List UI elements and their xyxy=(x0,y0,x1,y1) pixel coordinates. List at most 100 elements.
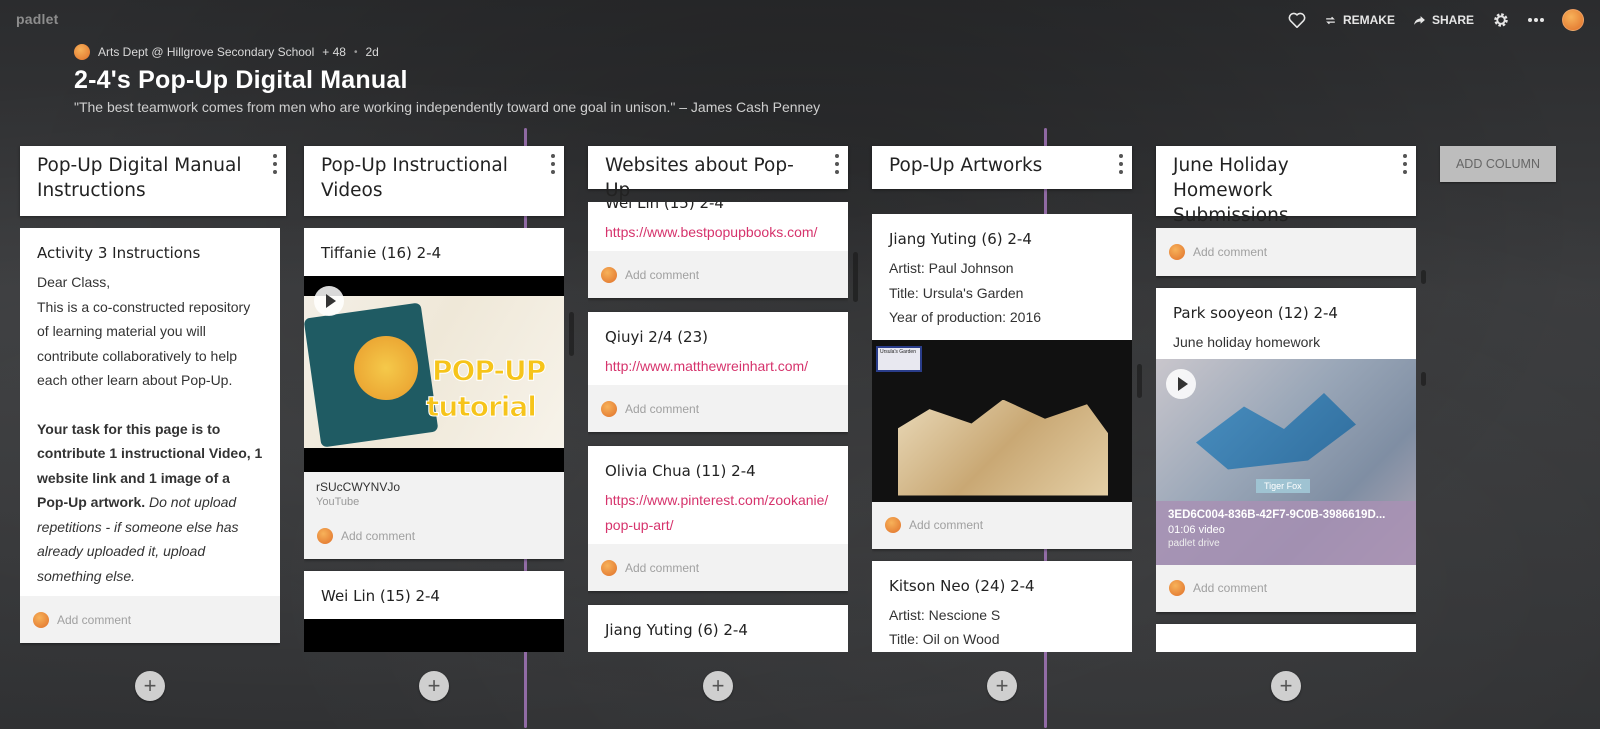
post-card[interactable] xyxy=(1156,623,1416,652)
gear-icon[interactable] xyxy=(1492,11,1510,29)
add-comment-field[interactable]: Add comment xyxy=(1156,564,1416,612)
post-card[interactable]: Qiuyi 2/4 (23) http://www.matthewreinhar… xyxy=(588,312,848,432)
post-text: This is a co-constructed repository of l… xyxy=(37,298,251,389)
post-card[interactable]: Jiang Yuting (6) 2-4 xyxy=(588,605,848,652)
video-id: rSUcCWYNVJo xyxy=(316,480,401,494)
artwork-image[interactable]: Ursula's Garden xyxy=(872,339,1132,502)
page-subtitle: "The best teamwork comes from men who ar… xyxy=(74,99,821,115)
add-comment-field[interactable]: Add comment xyxy=(304,512,564,559)
add-comment-field[interactable]: Add comment xyxy=(588,251,848,298)
post-card[interactable]: Wei Lin (15) 2-4 xyxy=(304,571,564,652)
add-comment-field[interactable]: Add comment xyxy=(1156,228,1416,276)
column-menu-icon[interactable] xyxy=(1118,154,1124,174)
video-file-name: 3ED6C004-836B-42F7-9C0B-3986619D... xyxy=(1168,508,1386,521)
sun-shape xyxy=(354,336,418,400)
scrollbar[interactable] xyxy=(1421,372,1426,386)
thumbnail-image: POP-UP tutorial xyxy=(304,296,564,448)
video-duration: 01:06 video xyxy=(1168,523,1225,536)
add-comment-field[interactable]: Add comment xyxy=(20,596,280,643)
padlet-logo[interactable]: padlet xyxy=(16,11,58,27)
column-posts[interactable]: Activity 3 Instructions Dear Class, This… xyxy=(20,228,280,652)
column-posts[interactable]: Jiang Yuting (6) 2-4 Artist: Paul Johnso… xyxy=(872,214,1132,652)
add-comment-placeholder: Add comment xyxy=(909,518,984,532)
add-post-button[interactable]: + xyxy=(135,671,165,701)
add-post-button[interactable]: + xyxy=(987,671,1017,701)
column-title[interactable]: Pop-Up Digital Manual Instructions xyxy=(37,153,246,203)
add-comment-field[interactable]: Add comment xyxy=(588,544,848,591)
column-title[interactable]: Pop-Up Artworks xyxy=(889,153,1092,178)
thumbnail-text: POP-UP xyxy=(431,354,546,388)
column-posts[interactable]: Add comment Park sooyeon (12) 2-4 June h… xyxy=(1156,228,1416,652)
post-card[interactable]: Tiffanie (16) 2-4 POP-UP tutorial rSUcCW… xyxy=(304,228,564,559)
user-avatar[interactable] xyxy=(1562,9,1584,31)
add-comment-field[interactable]: Add comment xyxy=(588,385,848,432)
commenter-avatar xyxy=(33,611,49,628)
column-title[interactable]: June Holiday Homework Submissions xyxy=(1173,153,1376,228)
post-link[interactable]: https://www.pinterest.com/zookanie/pop-u… xyxy=(588,480,848,544)
column-menu-icon[interactable] xyxy=(834,154,840,174)
post-link[interactable]: http://www.matthewreinhart.com/ xyxy=(588,346,848,385)
add-comment-field[interactable]: Add comment xyxy=(872,501,1132,549)
scrollbar[interactable] xyxy=(853,252,858,302)
popup-shape xyxy=(1196,393,1356,470)
column-title[interactable]: Pop-Up Instructional Videos xyxy=(321,153,524,203)
column-posts[interactable]: Tiffanie (16) 2-4 POP-UP tutorial rSUcCW… xyxy=(304,228,564,652)
add-post-button[interactable]: + xyxy=(703,671,733,701)
post-text: June holiday homework xyxy=(1173,334,1321,350)
add-comment-placeholder: Add comment xyxy=(57,612,132,627)
add-post-button[interactable]: + xyxy=(419,671,449,701)
share-icon xyxy=(1414,15,1425,25)
add-column-button[interactable]: ADD COLUMN xyxy=(1440,146,1556,182)
post-card[interactable]: Park sooyeon (12) 2-4 June holiday homew… xyxy=(1156,288,1416,612)
post-text: Title: Oil on Wood xyxy=(889,631,1000,647)
column-websites: Websites about Pop-Up xyxy=(588,146,848,201)
post-title: Jiang Yuting (6) 2-4 xyxy=(605,621,748,639)
column-menu-icon[interactable] xyxy=(272,154,278,174)
video-thumbnail[interactable] xyxy=(304,619,564,652)
post-card[interactable]: Kitson Neo (24) 2-4 Artist: Nescione S T… xyxy=(872,560,1132,653)
remake-button[interactable]: REMAKE xyxy=(1324,13,1395,27)
play-icon[interactable] xyxy=(314,286,344,316)
post-text: Dear Class, xyxy=(37,274,111,290)
add-post-button[interactable]: + xyxy=(1271,671,1301,701)
post-title: Kitson Neo (24) 2-4 xyxy=(889,576,1035,595)
video-thumbnail[interactable]: POP-UP tutorial xyxy=(304,276,564,472)
post-card[interactable]: Olivia Chua (11) 2-4 https://www.pintere… xyxy=(588,446,848,591)
remake-label: REMAKE xyxy=(1342,13,1395,27)
play-icon[interactable] xyxy=(1166,368,1196,399)
column-posts[interactable]: Wei Lin (15) 2-4 https://www.bestpopupbo… xyxy=(588,202,848,652)
commenter-avatar xyxy=(601,559,617,576)
column-header: Pop-Up Digital Manual Instructions xyxy=(20,146,286,216)
column-header: Pop-Up Artworks xyxy=(872,146,1132,189)
column-artworks: Pop-Up Artworks xyxy=(872,146,1132,189)
post-card[interactable]: Activity 3 Instructions Dear Class, This… xyxy=(20,228,280,643)
share-button[interactable]: SHARE xyxy=(1413,13,1474,27)
artwork-label-card: Ursula's Garden xyxy=(876,345,922,372)
header-meta: Arts Dept @ Hillgrove Secondary School +… xyxy=(74,44,820,60)
column-menu-icon[interactable] xyxy=(550,154,556,174)
more-icon[interactable] xyxy=(1528,17,1544,23)
video-source: padlet drive xyxy=(1168,537,1220,549)
scrollbar[interactable] xyxy=(1421,270,1426,284)
column-header: Websites about Pop-Up xyxy=(588,146,848,201)
scrollbar[interactable] xyxy=(1137,364,1142,398)
column-title[interactable]: Websites about Pop-Up xyxy=(605,153,808,203)
post-text: Title: Ursula's Garden xyxy=(889,284,1024,301)
post-card[interactable]: Jiang Yuting (6) 2-4 Artist: Paul Johnso… xyxy=(872,214,1132,549)
video-meta: rSUcCWYNVJo YouTube xyxy=(304,472,564,512)
post-link[interactable]: https://www.bestpopupbooks.com/ xyxy=(588,212,848,251)
padlet-header: Arts Dept @ Hillgrove Secondary School +… xyxy=(74,44,820,115)
owner-name[interactable]: Arts Dept @ Hillgrove Secondary School xyxy=(98,45,314,59)
post-card[interactable]: Wei Lin (15) 2-4 https://www.bestpopupbo… xyxy=(588,202,848,298)
post-title: Qiuyi 2/4 (23) xyxy=(605,328,708,346)
video-thumbnail[interactable]: Tiger Fox 3ED6C004-836B-42F7-9C0B-398661… xyxy=(1156,358,1416,565)
column-menu-icon[interactable] xyxy=(1402,154,1408,174)
post-card[interactable]: Add comment xyxy=(1156,228,1416,276)
heart-icon[interactable] xyxy=(1288,12,1306,28)
column-videos: Pop-Up Instructional Videos xyxy=(304,146,564,216)
post-title: Wei Lin (15) 2-4 xyxy=(321,587,440,605)
post-body: Artist: Nescione S Title: Oil on Wood xyxy=(872,595,1132,653)
add-comment-placeholder: Add comment xyxy=(341,528,416,543)
remake-icon xyxy=(1326,16,1335,24)
scrollbar[interactable] xyxy=(569,312,574,356)
